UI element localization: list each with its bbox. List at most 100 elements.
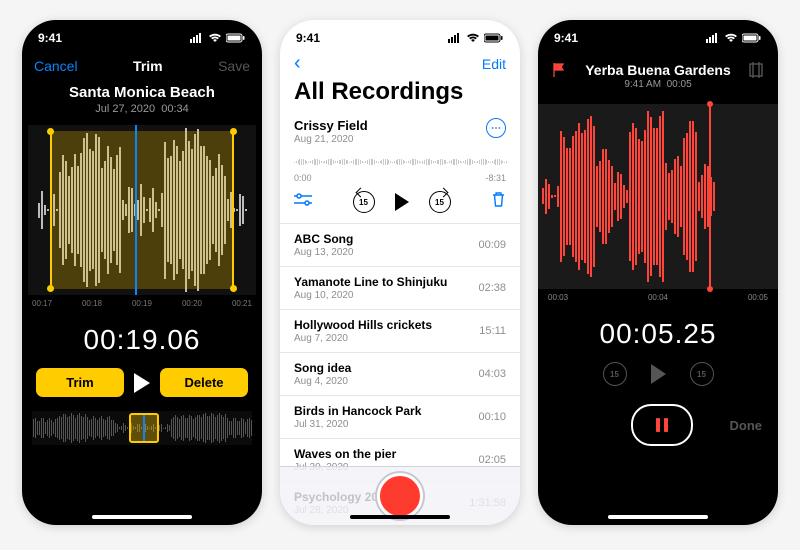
- now-playing: Crissy Field Aug 21, 2020 ⋯ 0:00 -8:31 1…: [280, 112, 520, 223]
- delete-button[interactable]: Delete: [160, 368, 248, 397]
- play-button[interactable]: [395, 193, 409, 211]
- trim-handle-top-right[interactable]: [230, 128, 237, 135]
- status-icons: [190, 33, 246, 43]
- trim-button[interactable]: Trim: [36, 368, 124, 397]
- row-title: Hollywood Hills crickets: [294, 318, 432, 332]
- more-options-button[interactable]: ⋯: [486, 118, 506, 138]
- page-title: All Recordings: [280, 76, 520, 112]
- row-date: Aug 4, 2020: [294, 376, 351, 387]
- mini-waveform[interactable]: [294, 151, 506, 173]
- recording-row[interactable]: Hollywood Hills cricketsAug 7, 2020 15:11: [280, 309, 520, 352]
- row-title: Waves on the pier: [294, 447, 396, 461]
- row-duration: 00:09: [478, 239, 506, 251]
- current-time: 00:19.06: [22, 324, 262, 356]
- row-title: ABC Song: [294, 232, 354, 246]
- home-indicator[interactable]: [608, 515, 708, 519]
- row-duration: 15:11: [479, 325, 506, 337]
- navbar-title: Trim: [133, 58, 163, 74]
- playback-controls: 15 15: [538, 362, 778, 386]
- row-title: Birds in Hancock Park: [294, 404, 421, 418]
- time-ruler: 00:17 00:18 00:19 00:20 00:21: [22, 295, 262, 312]
- trim-selection[interactable]: [50, 131, 234, 289]
- playback-controls: 15 15: [294, 183, 506, 223]
- playhead[interactable]: [135, 125, 137, 295]
- wifi-icon: [208, 33, 222, 43]
- skip-back-button[interactable]: 15: [603, 362, 627, 386]
- status-bar: 9:41: [538, 20, 778, 52]
- battery-icon: [484, 33, 504, 43]
- trim-handle-bottom-left[interactable]: [47, 285, 54, 292]
- recording-header: Yerba Buena Gardens 9:41 AM 00:05: [538, 52, 778, 90]
- current-date: Aug 21, 2020: [294, 134, 368, 145]
- wifi-icon: [466, 33, 480, 43]
- trim-handle-bottom-right[interactable]: [230, 285, 237, 292]
- status-bar: 9:41: [280, 20, 520, 52]
- waveform-editor[interactable]: [28, 125, 256, 295]
- battery-icon: [226, 33, 246, 43]
- row-date: Aug 13, 2020: [294, 247, 354, 258]
- row-date: Jul 31, 2020: [294, 419, 421, 430]
- recording-row[interactable]: Yamanote Line to ShinjukuAug 10, 202002:…: [280, 266, 520, 309]
- row-duration: 02:38: [478, 282, 506, 294]
- status-icons: [706, 33, 762, 43]
- playhead: [709, 104, 711, 289]
- recording-name: Yerba Buena Gardens: [568, 62, 748, 78]
- trim-navbar: Cancel Trim Save: [22, 52, 262, 80]
- recording-row[interactable]: Birds in Hancock ParkJul 31, 2020 00:10: [280, 395, 520, 438]
- play-button[interactable]: [651, 364, 666, 384]
- recording-header: Santa Monica Beach Jul 27, 2020 00:34: [22, 84, 262, 115]
- row-duration: 04:03: [478, 368, 506, 380]
- row-duration: 02:05: [478, 454, 506, 466]
- row-title: Song idea: [294, 361, 351, 375]
- cellular-icon: [706, 33, 720, 43]
- edit-button[interactable]: Edit: [482, 56, 506, 72]
- row-date: Aug 7, 2020: [294, 333, 432, 344]
- skip-back-button[interactable]: 15: [353, 191, 375, 213]
- list-navbar: ‹ Edit: [280, 52, 520, 76]
- mini-times: 0:00 -8:31: [294, 173, 506, 183]
- recording-footer: Done: [538, 404, 778, 446]
- wifi-icon: [724, 33, 738, 43]
- current-time: 00:05.25: [538, 318, 778, 350]
- time-ruler: 00:03 00:04 00:05: [538, 289, 778, 306]
- play-button[interactable]: [134, 373, 150, 393]
- flag-icon[interactable]: [552, 62, 568, 78]
- cancel-button[interactable]: Cancel: [34, 58, 78, 74]
- recording-waveform[interactable]: [538, 104, 778, 289]
- save-button[interactable]: Save: [218, 58, 250, 74]
- back-button[interactable]: ‹: [294, 56, 301, 72]
- status-time: 9:41: [296, 31, 320, 45]
- skip-forward-button[interactable]: 15: [429, 191, 451, 213]
- status-time: 9:41: [38, 31, 62, 45]
- status-icons: [448, 33, 504, 43]
- trim-handle-top-left[interactable]: [47, 128, 54, 135]
- scrubber[interactable]: [32, 411, 252, 445]
- scrubber-window[interactable]: [129, 413, 159, 443]
- current-title: Crissy Field: [294, 118, 368, 133]
- waveform-bars: [538, 111, 778, 282]
- trim-screen: 9:41 Cancel Trim Save Santa Monica Beach…: [22, 20, 262, 525]
- trim-action-row: Trim Delete: [22, 368, 262, 397]
- recording-row[interactable]: ABC SongAug 13, 2020 00:09: [280, 223, 520, 266]
- recordings-list-screen: 9:41 ‹ Edit All Recordings Crissy Field …: [280, 20, 520, 525]
- row-duration: 00:10: [478, 411, 506, 423]
- recording-name: Santa Monica Beach: [22, 84, 262, 101]
- status-time: 9:41: [554, 31, 578, 45]
- recording-meta: 9:41 AM 00:05: [568, 79, 748, 90]
- options-icon[interactable]: [294, 193, 312, 212]
- done-button[interactable]: Done: [730, 418, 763, 433]
- record-button[interactable]: [377, 473, 423, 519]
- trash-icon[interactable]: [491, 191, 506, 213]
- cellular-icon: [448, 33, 462, 43]
- recording-meta: Jul 27, 2020 00:34: [22, 103, 262, 115]
- recording-screen: 9:41 Yerba Buena Gardens 9:41 AM 00:05 0…: [538, 20, 778, 525]
- battery-icon: [742, 33, 762, 43]
- crop-icon[interactable]: [748, 62, 764, 81]
- skip-forward-button[interactable]: 15: [690, 362, 714, 386]
- home-indicator[interactable]: [92, 515, 192, 519]
- pause-button[interactable]: [631, 404, 693, 446]
- recording-row[interactable]: Song ideaAug 4, 2020 04:03: [280, 352, 520, 395]
- cellular-icon: [190, 33, 204, 43]
- status-bar: 9:41: [22, 20, 262, 52]
- home-indicator[interactable]: [350, 515, 450, 519]
